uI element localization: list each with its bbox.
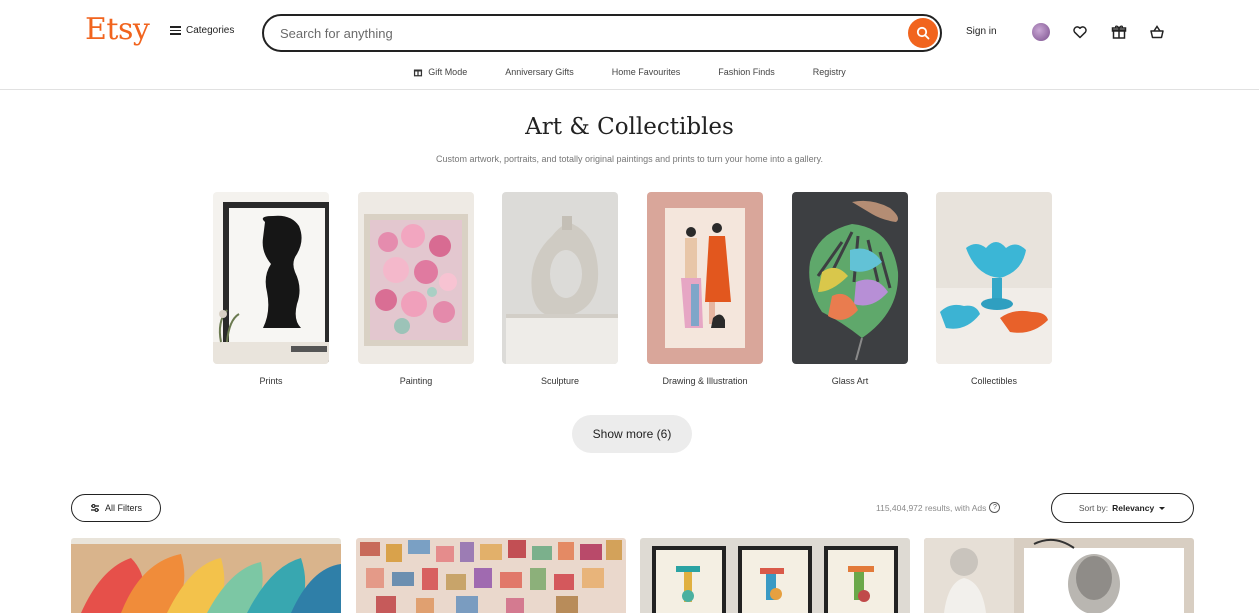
categories-label: Categories [186,25,235,36]
search-bar [262,14,942,52]
search-icon [916,26,930,40]
nav-gift-mode[interactable]: Gift Mode [413,62,467,82]
category-label: Painting [399,376,433,386]
gift-icon [1111,25,1127,39]
shopping-basket-icon [1150,25,1164,39]
category-image [502,192,618,364]
gift-button[interactable] [1109,22,1129,42]
nav-label: Anniversary Gifts [505,67,574,77]
category-image [936,192,1052,364]
cart-button[interactable] [1147,22,1167,42]
category-label: Prints [259,376,283,386]
category-card-collectibles[interactable]: Collectibles [936,192,1052,386]
show-more-button[interactable]: Show more (6) [572,415,692,453]
site-header: Etsy Categories Sign in [0,0,1259,90]
nav-registry[interactable]: Registry [813,62,846,82]
category-label: Collectibles [970,376,1018,386]
nav-label: Fashion Finds [718,67,775,77]
category-card-prints[interactable]: Prints [213,192,329,386]
favourites-button[interactable] [1070,22,1090,42]
sign-in-link[interactable]: Sign in [966,26,997,37]
results-count: 115,404,972 results, with Ads ? [876,502,1001,513]
listing-card[interactable] [924,538,1194,613]
flag-icon [1032,23,1050,41]
etsy-logo[interactable]: Etsy [85,12,150,47]
help-icon[interactable]: ? [989,502,1001,513]
category-label: Glass Art [831,376,869,386]
page-title: Art & Collectibles [525,114,734,140]
gift-icon [414,69,423,77]
listing-card[interactable] [640,538,910,613]
nav-label: Gift Mode [428,67,468,77]
listing-card[interactable] [356,538,626,613]
listing-image [640,538,910,613]
nav-anniversary-gifts[interactable]: Anniversary Gifts [505,62,574,82]
region-flag-button[interactable] [1031,22,1051,42]
sort-prefix: Sort by: [1078,503,1109,513]
nav-label: Home Favourites [611,67,681,77]
page-subtitle: Custom artwork, portraits, and totally o… [435,154,824,164]
sort-value: Relevancy [1112,503,1155,513]
category-image [213,192,329,364]
listing-image [924,538,1194,613]
nav-label: Registry [812,67,846,77]
secondary-nav: Gift Mode Anniversary Gifts Home Favouri… [0,62,1259,82]
categories-menu-button[interactable]: Categories [170,25,234,36]
category-label: Drawing & Illustration [662,376,748,386]
heart-icon [1073,26,1087,39]
listing-card[interactable] [71,538,341,613]
sort-dropdown[interactable]: Sort by: Relevancy [1051,493,1194,523]
category-image [792,192,908,364]
category-card-painting[interactable]: Painting [358,192,474,386]
category-card-sculpture[interactable]: Sculpture [502,192,618,386]
listing-image [71,538,341,613]
search-input[interactable] [280,24,900,42]
category-label: Sculpture [540,376,580,386]
category-card-glass-art[interactable]: Glass Art [792,192,908,386]
menu-icon [170,26,181,35]
all-filters-label: All Filters [104,503,142,513]
category-card-drawing-illustration[interactable]: Drawing & Illustration [647,192,763,386]
nav-home-favourites[interactable]: Home Favourites [612,62,681,82]
filter-icon [90,504,99,512]
listing-image [356,538,626,613]
results-text: 115,404,972 results, with Ads [876,502,987,513]
category-image [647,192,763,364]
search-button[interactable] [908,18,938,48]
nav-fashion-finds[interactable]: Fashion Finds [718,62,775,82]
chevron-down-icon [1159,507,1166,510]
category-image [358,192,474,364]
all-filters-button[interactable]: All Filters [71,494,161,522]
